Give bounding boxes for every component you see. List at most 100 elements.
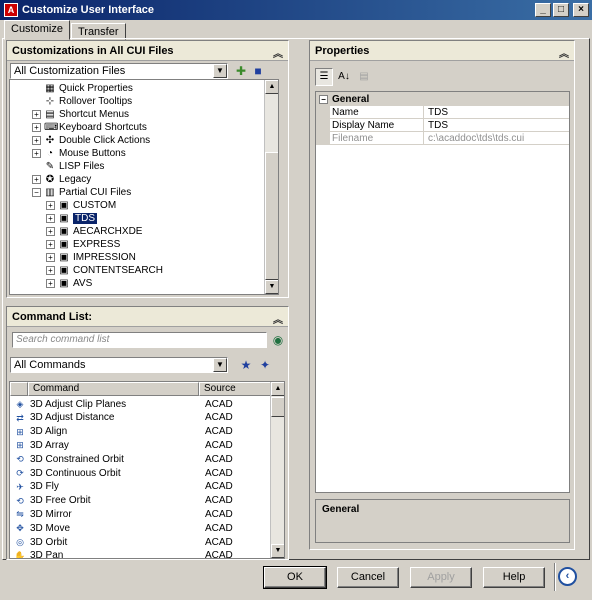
expand-node-icon[interactable]: +: [32, 110, 41, 119]
keyboard-shortcuts-icon: ⌨: [44, 121, 59, 133]
collapse-icon[interactable]: ︽: [273, 311, 283, 326]
property-key: Name: [316, 106, 424, 118]
tree-item[interactable]: ✎ LISP Files: [32, 160, 105, 173]
expand-node-icon[interactable]: +: [46, 214, 55, 223]
tree-item[interactable]: + ▤ Shortcut Menus: [32, 108, 129, 121]
command-row[interactable]: ◈ 3D Adjust Clip Planes ACAD: [10, 397, 272, 411]
scroll-up-icon[interactable]: ▲: [271, 382, 284, 396]
tree-item[interactable]: + ✣ Double Click Actions: [32, 134, 150, 147]
command-filter-icon[interactable]: ✦: [257, 357, 273, 373]
categorized-icon[interactable]: ☰: [315, 68, 333, 86]
minimize-button[interactable]: _: [535, 3, 551, 17]
collapse-node-icon[interactable]: −: [32, 188, 41, 197]
tree-item[interactable]: + ⌨ Keyboard Shortcuts: [32, 121, 147, 134]
cancel-button[interactable]: Cancel: [337, 567, 399, 588]
command-row[interactable]: ⟲ 3D Free Orbit ACAD: [10, 494, 272, 508]
new-command-icon[interactable]: ★: [238, 357, 254, 373]
search-icon[interactable]: ◉: [270, 332, 286, 348]
cui-file-icon: ▣: [59, 251, 69, 263]
property-value[interactable]: TDS: [424, 119, 448, 131]
property-row-display-name[interactable]: Display Name TDS: [316, 119, 569, 132]
tree-item[interactable]: + ▣ TDS: [46, 212, 97, 225]
expand-node-icon[interactable]: +: [46, 201, 55, 210]
tree-item[interactable]: + ▣ AECARCHXDE: [46, 225, 142, 238]
command-table-header: Command Source: [10, 382, 272, 396]
cui-file-icon: ▣: [59, 238, 69, 250]
command-row[interactable]: ✈ 3D Fly ACAD: [10, 480, 272, 494]
command-row[interactable]: ⇋ 3D Mirror ACAD: [10, 507, 272, 521]
command-icon: ✥: [16, 523, 24, 534]
command-search-input[interactable]: Search command list: [12, 332, 267, 348]
command-row[interactable]: ⊞ 3D Align ACAD: [10, 425, 272, 439]
command-row[interactable]: ✥ 3D Move ACAD: [10, 521, 272, 535]
expand-node-icon[interactable]: +: [32, 149, 41, 158]
chevron-down-icon[interactable]: ▼: [213, 64, 227, 78]
collapse-icon[interactable]: ︽: [273, 45, 283, 60]
command-icon: ⟳: [16, 468, 24, 478]
expand-node-icon[interactable]: +: [32, 123, 41, 132]
tree-item-label: Quick Properties: [59, 83, 133, 94]
command-source: ACAD: [205, 522, 233, 534]
property-grid: − General Name TDS Display Name TDS File…: [315, 91, 570, 493]
command-row[interactable]: ✋ 3D Pan ACAD: [10, 549, 272, 558]
scroll-thumb[interactable]: [271, 397, 284, 417]
scroll-down-icon[interactable]: ▼: [265, 280, 278, 294]
cui-file-icon: ▣: [59, 277, 69, 289]
expand-node-icon[interactable]: +: [46, 240, 55, 249]
expand-node-icon[interactable]: +: [46, 253, 55, 262]
collapse-category-icon[interactable]: −: [319, 94, 328, 104]
command-row[interactable]: ⟳ 3D Continuous Orbit ACAD: [10, 466, 272, 480]
tree-item[interactable]: + ▣ CONTENTSEARCH: [46, 264, 163, 277]
tree-item[interactable]: + ▣ AVS: [46, 277, 92, 290]
customization-file-select[interactable]: All Customization Files ▼: [10, 63, 228, 79]
tab-customize[interactable]: Customize: [4, 20, 70, 40]
expand-node-icon[interactable]: +: [32, 136, 41, 145]
alphabetical-icon[interactable]: A↓: [335, 68, 353, 86]
property-category[interactable]: − General: [316, 92, 569, 106]
ok-button[interactable]: OK: [263, 566, 327, 589]
tree-item[interactable]: + ▣ IMPRESSION: [46, 251, 136, 264]
command-filter-select[interactable]: All Commands ▼: [10, 357, 228, 373]
command-row[interactable]: ⊞ 3D Array ACAD: [10, 438, 272, 452]
tree-item[interactable]: ▦ Quick Properties: [32, 82, 133, 95]
property-key: Display Name: [316, 119, 424, 131]
scroll-down-icon[interactable]: ▼: [271, 544, 284, 558]
expand-node-icon[interactable]: +: [46, 227, 55, 236]
tree-item[interactable]: + ▣ CUSTOM: [46, 199, 116, 212]
scroll-thumb[interactable]: [265, 152, 278, 280]
customizations-tree[interactable]: + ▣ AVS + ▣ CONTENTSEARCH + ▣ IMPRESSION + ▣ EXPRES…: [9, 79, 279, 295]
property-row-name[interactable]: Name TDS: [316, 106, 569, 119]
command-row[interactable]: ⟲ 3D Constrained Orbit ACAD: [10, 452, 272, 466]
customization-file-select-value: All Customization Files: [14, 65, 126, 77]
column-command-header[interactable]: Command: [28, 382, 199, 396]
open-partial-file-icon[interactable]: ✚: [233, 63, 249, 79]
chevron-down-icon[interactable]: ▼: [213, 358, 227, 372]
help-button[interactable]: Help: [483, 567, 545, 588]
expand-node-icon[interactable]: +: [46, 279, 55, 288]
tree-item[interactable]: + ▣ EXPRESS: [46, 238, 120, 251]
tree-scrollbar[interactable]: ▲ ▼: [264, 80, 278, 294]
save-icon[interactable]: ■: [250, 63, 266, 79]
command-name: 3D Adjust Clip Planes: [30, 398, 127, 410]
expand-node-icon[interactable]: +: [46, 266, 55, 275]
scroll-up-icon[interactable]: ▲: [265, 80, 278, 94]
command-icon: ⇋: [16, 509, 24, 520]
tree-item-label: Mouse Buttons: [59, 148, 126, 159]
collapse-panel-icon[interactable]: ‹: [558, 567, 577, 586]
command-row[interactable]: ◎ 3D Orbit ACAD: [10, 535, 272, 549]
close-button[interactable]: ×: [573, 3, 589, 17]
tree-item[interactable]: ⊹ Rollover Tooltips: [32, 95, 132, 108]
tree-item[interactable]: + ✪ Legacy: [32, 173, 91, 186]
command-table[interactable]: Command Source ▲ ▼ ◈ 3D Adjust Clip Plane…: [9, 381, 285, 559]
tree-item[interactable]: + ◔ Mouse Buttons: [32, 147, 126, 160]
quick-properties-icon: ▦: [45, 82, 55, 94]
tree-item[interactable]: − ▥ Partial CUI Files: [32, 186, 131, 199]
expand-node-icon[interactable]: +: [32, 175, 41, 184]
collapse-icon[interactable]: ︽: [559, 45, 569, 60]
column-source-header[interactable]: Source: [199, 382, 272, 396]
command-scrollbar[interactable]: ▲ ▼: [270, 382, 284, 558]
property-value[interactable]: TDS: [424, 106, 448, 118]
maximize-button[interactable]: □: [553, 3, 569, 17]
command-row[interactable]: ⇄ 3D Adjust Distance ACAD: [10, 411, 272, 425]
command-icon: ✈: [16, 481, 24, 492]
